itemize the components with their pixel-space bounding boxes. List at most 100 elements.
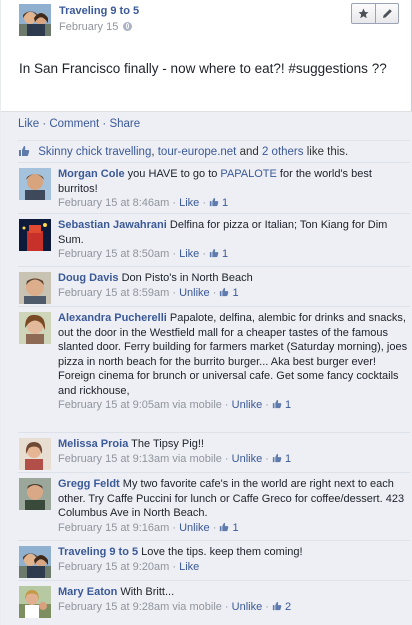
- commenter-avatar[interactable]: [19, 478, 51, 510]
- comment-like-link[interactable]: Unlike: [179, 287, 210, 299]
- like-count-value: 1: [222, 248, 229, 260]
- separator: ·: [221, 600, 232, 613]
- comment-timestamp[interactable]: February 15 at 8:46am: [58, 197, 169, 209]
- liker-link-1[interactable]: Skinny chick travelling: [38, 146, 151, 158]
- separator: ·: [221, 452, 232, 465]
- likes-and: and: [236, 146, 262, 158]
- liker-link-2[interactable]: tour-europe.net: [158, 146, 237, 158]
- comment-text: Traveling 9 to 5 Love the tips. keep the…: [58, 545, 408, 560]
- comment-like-link[interactable]: Unlike: [232, 601, 263, 613]
- comment-like-count[interactable]: 1: [272, 399, 291, 411]
- post-date-line: February 15: [59, 21, 133, 33]
- comment-text: Gregg Feldt My two favorite cafe's in th…: [58, 477, 408, 521]
- likes-summary: Skinny chick travelling, tour-europe.net…: [18, 140, 410, 162]
- comment-like-count[interactable]: 1: [219, 286, 239, 299]
- commenter-name[interactable]: Alexandra Pucherelli: [58, 312, 167, 324]
- comment-text: Morgan Cole you HAVE to go to PAPALOTE f…: [58, 167, 408, 196]
- separator: ·: [42, 118, 47, 130]
- commenter-name[interactable]: Morgan Cole: [58, 168, 125, 180]
- separator: ·: [169, 521, 180, 534]
- comment-timestamp[interactable]: February 15 at 9:28am: [58, 601, 169, 613]
- comment-like-count[interactable]: 1: [219, 521, 239, 534]
- commenter-name[interactable]: Gregg Feldt: [58, 478, 120, 490]
- comment-like-count[interactable]: 1: [209, 248, 228, 260]
- comment-text-part: With Britt...: [117, 586, 175, 598]
- comment-like-link[interactable]: Like: [179, 561, 199, 573]
- comment-like-count[interactable]: 1: [272, 453, 291, 465]
- separator: ·: [199, 248, 210, 260]
- like-count-value: 1: [232, 286, 239, 299]
- comment-meta: February 15 at 9:13am via mobile · Unlik…: [58, 452, 408, 467]
- comment-like-link[interactable]: Like: [179, 248, 199, 260]
- like-count-value: 2: [285, 600, 292, 613]
- comment-like-link[interactable]: Like: [179, 197, 199, 209]
- post-header-buttons: [351, 3, 399, 24]
- separator: ·: [262, 452, 273, 465]
- commenter-name[interactable]: Mary Eaton: [58, 586, 117, 598]
- star-icon[interactable]: [352, 4, 375, 23]
- separator: ·: [209, 521, 220, 534]
- comment-item: Morgan Cole you HAVE to go to PAPALOTE f…: [18, 162, 410, 213]
- comment-body: Gregg Feldt My two favorite cafe's in th…: [58, 477, 408, 535]
- thumbs-up-icon: [209, 197, 219, 207]
- like-link[interactable]: Like: [18, 118, 39, 130]
- pencil-icon[interactable]: [375, 4, 398, 23]
- commenter-name[interactable]: Melissa Proia: [58, 438, 128, 450]
- post-status-text: In San Francisco finally - now where to …: [19, 61, 387, 76]
- comment-link[interactable]: Comment: [49, 118, 99, 130]
- share-link[interactable]: Share: [109, 118, 140, 130]
- comment-text: Alexandra Pucherelli Papalote, delfina, …: [58, 311, 408, 398]
- commenter-avatar[interactable]: [19, 438, 51, 470]
- comment-like-link[interactable]: Unlike: [179, 522, 210, 534]
- commenter-avatar[interactable]: [19, 312, 51, 344]
- commenter-avatar[interactable]: [19, 219, 51, 251]
- comment-timestamp[interactable]: February 15 at 8:50am: [58, 248, 169, 260]
- comment-item: Mary Eaton With Britt... February 15 at …: [18, 580, 410, 625]
- separator: ·: [262, 399, 273, 411]
- comment-text-part: The Tipsy Pig!!: [128, 438, 204, 450]
- like-count-value: 1: [285, 452, 292, 465]
- comment-like-count[interactable]: 2: [272, 601, 291, 613]
- comment-item: Alexandra Pucherelli Papalote, delfina, …: [18, 306, 410, 432]
- thumbs-up-icon: [272, 601, 282, 611]
- comment-item: Melissa Proia The Tipsy Pig!! February 1…: [18, 432, 410, 472]
- commenter-name[interactable]: Traveling 9 to 5: [58, 546, 138, 558]
- commenter-avatar[interactable]: [19, 168, 51, 200]
- comment-meta: February 15 at 8:46am · Like · 1: [58, 196, 408, 211]
- comment-timestamp[interactable]: February 15 at 9:16am: [58, 522, 169, 534]
- commenter-avatar[interactable]: [19, 272, 51, 304]
- like-count-value: 1: [285, 399, 292, 411]
- comment-timestamp[interactable]: February 15 at 8:59am: [58, 287, 169, 299]
- separator: ·: [169, 560, 180, 573]
- comment-via: via mobile: [169, 600, 222, 613]
- separator: ·: [209, 286, 220, 299]
- commenter-avatar[interactable]: [19, 546, 51, 578]
- comment-timestamp[interactable]: February 15 at 9:05am: [58, 399, 169, 411]
- author-avatar[interactable]: [19, 4, 51, 36]
- likes-others-link[interactable]: 2 others: [262, 146, 304, 158]
- thumbs-up-icon: [209, 248, 219, 258]
- like-count-value: 1: [232, 521, 239, 534]
- comment-meta: February 15 at 8:50am · Like · 1: [58, 247, 408, 262]
- thumbs-up-icon: [272, 453, 282, 463]
- comment-body: Traveling 9 to 5 Love the tips. keep the…: [58, 545, 408, 574]
- comment-like-count[interactable]: 1: [209, 197, 228, 209]
- comment-like-link[interactable]: Unlike: [232, 399, 263, 411]
- comment-timestamp[interactable]: February 15 at 9:20am: [58, 561, 169, 573]
- commenter-name[interactable]: Sebastian Jawahrani: [58, 219, 167, 231]
- facebook-post: Traveling 9 to 5 February 15 In San Fran…: [0, 0, 412, 625]
- post-header: Traveling 9 to 5 February 15: [1, 0, 411, 42]
- post-date[interactable]: February 15: [59, 21, 118, 33]
- mentioned-page-link[interactable]: PAPALOTE: [220, 168, 276, 180]
- comment-text: Sebastian Jawahrani Delfina for pizza or…: [58, 218, 408, 247]
- comment-body: Doug Davis Don Pisto's in North Beach Fe…: [58, 271, 408, 300]
- post-author-name[interactable]: Traveling 9 to 5: [59, 5, 139, 17]
- likes-tail: like this.: [303, 146, 349, 158]
- commenter-avatar[interactable]: [19, 586, 51, 618]
- comment-like-link[interactable]: Unlike: [232, 453, 263, 465]
- post-actions: Like · Comment · Share: [18, 118, 140, 130]
- comment-timestamp[interactable]: February 15 at 9:13am: [58, 453, 169, 465]
- commenter-name[interactable]: Doug Davis: [58, 272, 119, 284]
- separator: ·: [262, 600, 273, 613]
- comment-body: Mary Eaton With Britt... February 15 at …: [58, 585, 408, 614]
